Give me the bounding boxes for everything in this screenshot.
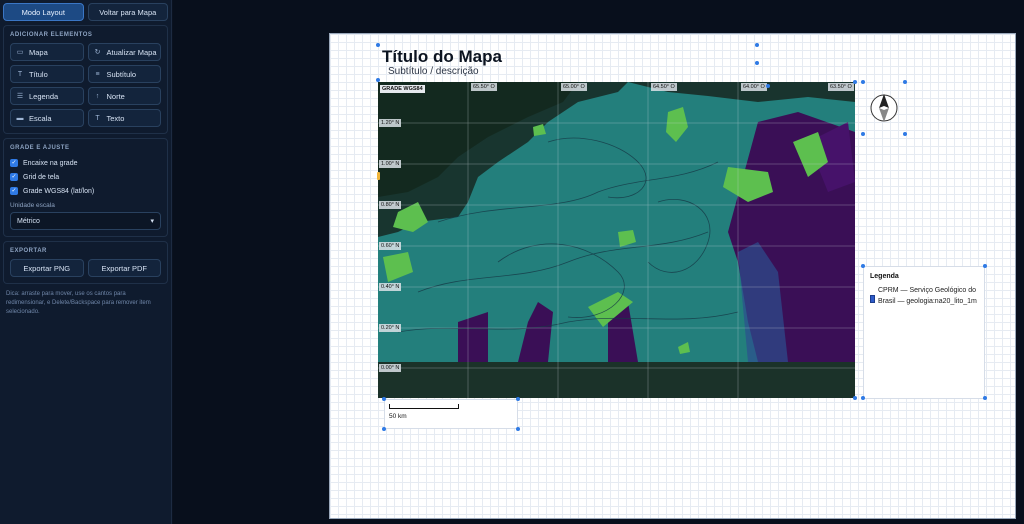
subtitle-icon: ≡ — [95, 70, 100, 78]
resize-handle[interactable] — [861, 80, 865, 84]
add-button-label: Título — [29, 69, 48, 79]
compass-icon — [870, 94, 898, 122]
export-panel: EXPORTAR Exportar PNG Exportar PDF — [3, 241, 168, 284]
unit-label: Unidade escala — [10, 202, 55, 209]
monitor-icon: ▭ — [16, 49, 24, 56]
checkbox-row[interactable]: ✓ Grade WGS84 (lat/lon) — [10, 184, 161, 198]
checkbox-row[interactable]: ✓ Grid de tela — [10, 170, 161, 184]
text-icon: T — [95, 114, 100, 122]
export-png-button[interactable]: Exportar PNG — [10, 259, 84, 277]
add-button-label: Texto — [106, 113, 125, 123]
export-pdf-button[interactable]: Exportar PDF — [87, 259, 161, 277]
export-panel-title: EXPORTAR — [10, 248, 47, 254]
checkbox[interactable]: ✓ — [10, 173, 18, 181]
legend-item-label: CPRM — Serviço Geológico do Brasil — geo… — [878, 287, 977, 305]
resize-handle[interactable] — [861, 396, 865, 400]
add-text-button[interactable]: T Texto — [87, 109, 161, 127]
lat-label: 0.60° N — [379, 242, 402, 250]
unit-select[interactable]: Métrico ▾ — [10, 212, 161, 230]
add-button-label: Escala — [29, 113, 52, 123]
add-button-label: Mapa — [29, 47, 48, 57]
resize-handle[interactable] — [382, 427, 386, 431]
lat-label: 1.20° N — [379, 119, 402, 127]
scale-label: 50 km — [389, 413, 407, 420]
north-arrow-icon: ↑ — [95, 92, 100, 100]
add-button-label: Atualizar Mapa — [106, 47, 157, 57]
lat-label: 1.00° N — [379, 160, 402, 168]
resize-handle[interactable] — [861, 264, 865, 268]
legend-box[interactable]: Legenda CPRM — Serviço Geológico do Bras… — [863, 266, 985, 399]
grid-wgs84-label: GRADE WGS84 — [380, 85, 425, 93]
lat-label: 0.40° N — [379, 283, 402, 291]
add-monitor-button[interactable]: ▭ Mapa — [10, 43, 84, 61]
lon-label: 63.50° O — [828, 83, 854, 91]
add-elements-title: ADICIONAR ELEMENTOS — [10, 32, 93, 38]
legend-title: Legenda — [870, 273, 899, 280]
refresh-icon: ↻ — [94, 49, 101, 56]
resize-handle[interactable] — [983, 264, 987, 268]
north-arrow[interactable] — [863, 82, 905, 134]
lat-label: 0.80° N — [379, 201, 402, 209]
legend-swatch — [870, 295, 875, 303]
resize-handle[interactable] — [376, 78, 380, 82]
resize-handle[interactable] — [755, 61, 759, 65]
back-to-map-button[interactable]: Voltar para Mapa — [87, 3, 168, 21]
add-refresh-button[interactable]: ↻ Atualizar Mapa — [87, 43, 161, 61]
legend-icon: ☰ — [16, 93, 24, 100]
checkbox-row[interactable]: ✓ Encaixe na grade — [10, 156, 161, 170]
resize-handle[interactable] — [516, 397, 520, 401]
resize-handle[interactable] — [861, 132, 865, 136]
add-button-label: Subtítulo — [106, 69, 137, 79]
checkbox-label: Grade WGS84 (lat/lon) — [23, 187, 95, 195]
resize-handle[interactable] — [755, 43, 759, 47]
lon-label: 65.00° O — [561, 83, 587, 91]
hint-text: Dica: arraste para mover, use os cantos … — [6, 291, 151, 315]
lat-label: 0.00° N — [379, 364, 402, 372]
scale-bar-box[interactable]: 50 km — [384, 399, 518, 429]
geology-map-image — [378, 82, 855, 398]
resize-handle[interactable] — [516, 427, 520, 431]
resize-handle[interactable] — [903, 80, 907, 84]
lon-label: 65.50° O — [471, 83, 497, 91]
checkbox[interactable]: ✓ — [10, 187, 18, 195]
lon-label: 64.50° O — [651, 83, 677, 91]
map-title[interactable]: Título do Mapa — [382, 47, 502, 67]
add-legend-button[interactable]: ☰ Legenda — [10, 87, 84, 105]
add-button-label: Legenda — [29, 91, 59, 101]
add-subtitle-button[interactable]: ≡ Subtítulo — [87, 65, 161, 83]
add-scale-button[interactable]: ▬ Escala — [10, 109, 84, 127]
add-north-arrow-button[interactable]: ↑ Norte — [87, 87, 161, 105]
layout-mode-button[interactable]: Modo Layout — [3, 3, 84, 21]
title-icon: T — [17, 70, 23, 78]
checkbox-label: Grid de tela — [23, 173, 60, 181]
checkbox-label: Encaixe na grade — [23, 159, 78, 167]
checkbox[interactable]: ✓ — [10, 159, 18, 167]
chevron-down-icon: ▾ — [150, 218, 154, 225]
resize-handle[interactable] — [853, 396, 857, 400]
grid-panel-title: GRADE E AJUSTE — [10, 145, 70, 151]
resize-handle[interactable] — [853, 80, 857, 84]
lat-label: 0.20° N — [379, 324, 402, 332]
map-edge-marker[interactable] — [377, 172, 380, 180]
add-title-button[interactable]: T Título — [10, 65, 84, 83]
sidebar: Modo Layout Voltar para Mapa ADICIONAR E… — [0, 0, 172, 524]
scale-bar — [389, 404, 459, 409]
scale-icon: ▬ — [16, 114, 24, 122]
map-frame[interactable]: GRADE WGS84 65.50° O 65.00° O 64.50° O 6… — [378, 82, 855, 398]
resize-handle[interactable] — [766, 84, 770, 88]
resize-handle[interactable] — [903, 132, 907, 136]
add-button-label: Norte — [106, 91, 125, 101]
grid-panel: GRADE E AJUSTE ✓ Encaixe na grade ✓ Grid de… — [3, 138, 168, 237]
resize-handle[interactable] — [376, 43, 380, 47]
resize-handle[interactable] — [382, 397, 386, 401]
lon-label: 64.00° O — [741, 83, 767, 91]
map-subtitle[interactable]: Subtítulo / descrição — [388, 66, 479, 77]
unit-select-value: Métrico — [17, 217, 40, 225]
resize-handle[interactable] — [983, 396, 987, 400]
legend-item: CPRM — Serviço Geológico do Brasil — geo… — [870, 285, 978, 307]
add-elements-panel: ADICIONAR ELEMENTOS ▭ Mapa ↻ Atualizar Mapa… — [3, 25, 168, 134]
